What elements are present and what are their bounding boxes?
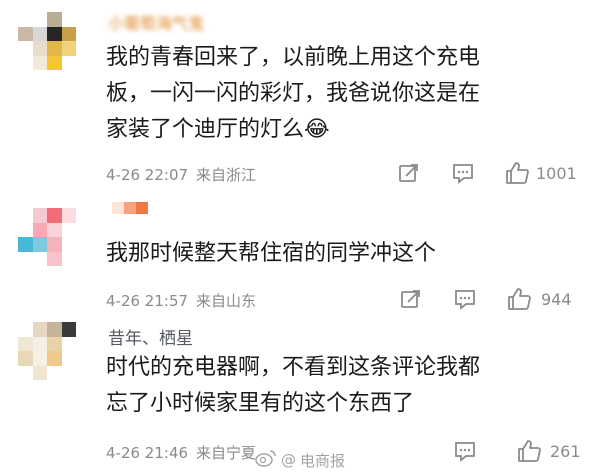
avatar-pixel: [61, 322, 76, 337]
avatar-pixel: [18, 222, 33, 237]
avatar-pixel: [47, 222, 62, 237]
repost-icon[interactable]: [398, 162, 420, 188]
like-icon[interactable]: [516, 438, 542, 468]
comment-icon[interactable]: [454, 440, 476, 466]
location: 来自宁夏: [196, 444, 257, 462]
avatar-pixel: [18, 351, 33, 366]
location: 来自浙江: [196, 166, 257, 184]
avatar-pixel: [47, 322, 62, 337]
avatar-pixel: [18, 26, 33, 41]
avatar-pixel: [32, 55, 47, 70]
avatar-pixel: [18, 237, 33, 252]
timestamp: 4-26 21:57: [106, 292, 189, 310]
avatar-pixel: [61, 351, 76, 366]
avatar-pixel: [18, 336, 33, 351]
avatar[interactable]: [18, 322, 76, 380]
avatar-pixel: [32, 222, 47, 237]
weibo-logo-icon: [255, 449, 277, 471]
username-pixel: [136, 202, 148, 214]
avatar-pixel: [32, 208, 47, 223]
avatar-pixel: [32, 237, 47, 252]
avatar-pixel: [18, 55, 33, 70]
avatar-pixel: [32, 251, 47, 266]
username-pixel: [112, 202, 124, 214]
avatar-pixel: [18, 251, 33, 266]
comment-2: 我那时候整天帮住宿的同学冲这个 4-26 21:57 来自山东 944: [0, 190, 600, 312]
avatar-pixel: [61, 336, 76, 351]
avatar-pixel: [32, 322, 47, 337]
comment-meta: 4-26 22:07 来自浙江: [106, 164, 256, 185]
comment-text: 我的青春回来了，以前晚上用这个充电 板，一闪一闪的彩灯，我爸说你这是在 家装了个…: [106, 45, 481, 142]
avatar-pixel: [32, 365, 47, 380]
comment-icon[interactable]: [452, 162, 474, 188]
avatar-pixel: [61, 26, 76, 41]
avatar-pixel: [61, 237, 76, 252]
avatar-pixel: [47, 12, 62, 27]
avatar-pixel: [18, 12, 33, 27]
comment-meta: 4-26 21:46 来自宁夏: [106, 442, 256, 463]
avatar-pixel: [18, 41, 33, 56]
username[interactable]: [112, 202, 148, 214]
avatar-pixel: [61, 41, 76, 56]
avatar-pixel: [47, 237, 62, 252]
avatar-pixel: [18, 365, 33, 380]
timestamp: 4-26 21:46: [106, 444, 189, 462]
username[interactable]: 昔年、栖星: [108, 324, 193, 349]
avatar-pixel: [47, 41, 62, 56]
avatar-pixel: [47, 55, 62, 70]
username[interactable]: 小葡萄海气鬼: [108, 10, 204, 34]
avatar[interactable]: [18, 208, 76, 266]
location: 来自山东: [196, 292, 257, 310]
avatar-pixel: [61, 365, 76, 380]
watermark: @ 电商报: [255, 449, 345, 471]
like-count: 1001: [536, 164, 577, 183]
repost-icon[interactable]: [400, 288, 422, 314]
avatar-pixel: [32, 351, 47, 366]
like-count: 944: [541, 290, 572, 309]
laughing-crying-emoji-icon: 😂: [304, 117, 330, 142]
avatar[interactable]: [18, 12, 76, 70]
avatar-pixel: [32, 12, 47, 27]
comment-text: 我那时候整天帮住宿的同学冲这个: [106, 241, 437, 266]
avatar-pixel: [47, 251, 62, 266]
comment-meta: 4-26 21:57 来自山东: [106, 290, 256, 311]
comment-text: 时代的充电器啊，不看到这条评论我都 忘了小时候家里有的这个东西了: [106, 355, 481, 416]
username-pixel: [124, 202, 136, 214]
like-count: 261: [550, 442, 581, 461]
timestamp: 4-26 22:07: [106, 166, 189, 184]
avatar-pixel: [47, 336, 62, 351]
avatar-pixel: [61, 251, 76, 266]
avatar-pixel: [61, 55, 76, 70]
avatar-pixel: [32, 336, 47, 351]
avatar-pixel: [47, 26, 62, 41]
avatar-pixel: [18, 208, 33, 223]
comment-1: 小葡萄海气鬼 我的青春回来了，以前晚上用这个充电 板，一闪一闪的彩灯，我爸说你这…: [0, 0, 600, 190]
avatar-pixel: [61, 12, 76, 27]
avatar-pixel: [32, 41, 47, 56]
avatar-pixel: [61, 208, 76, 223]
like-icon[interactable]: [504, 160, 530, 190]
avatar-pixel: [47, 351, 62, 366]
comment-icon[interactable]: [454, 288, 476, 314]
watermark-text: 电商报: [300, 451, 346, 470]
avatar-pixel: [18, 322, 33, 337]
avatar-pixel: [61, 222, 76, 237]
avatar-pixel: [47, 208, 62, 223]
avatar-pixel: [32, 26, 47, 41]
avatar-pixel: [47, 365, 62, 380]
